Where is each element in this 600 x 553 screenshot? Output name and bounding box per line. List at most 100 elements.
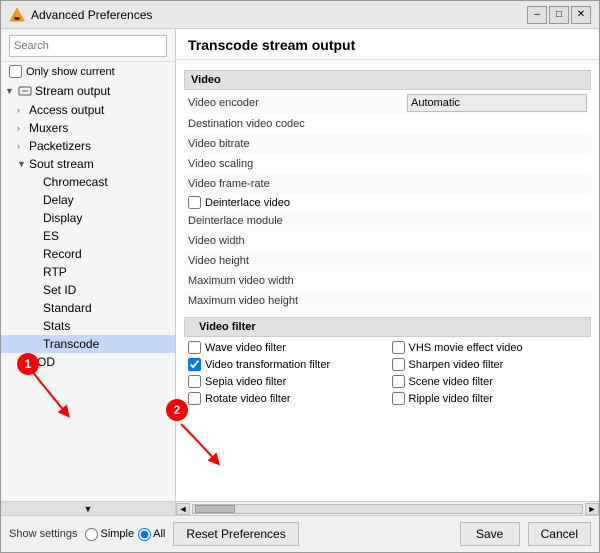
setting-row-deinterlace-module: Deinterlace module <box>184 211 591 231</box>
tree-area: ▼ Stream output › Access output › Muxers <box>1 81 175 501</box>
settings-area[interactable]: Video Video encoder Destination video co… <box>176 60 599 501</box>
sidebar: Only show current ▼ Stream output › Acce… <box>1 29 176 515</box>
setting-label: Video frame-rate <box>188 178 407 190</box>
scroll-left-button[interactable]: ◄ <box>176 503 190 515</box>
sidebar-item-packetizers[interactable]: › Packetizers <box>1 137 175 155</box>
vlc-icon <box>9 7 25 23</box>
setting-label: Video width <box>188 235 407 247</box>
sidebar-item-standard[interactable]: Standard <box>1 299 175 317</box>
close-button[interactable]: ✕ <box>571 6 591 24</box>
sidebar-item-label: Stats <box>43 319 171 333</box>
wave-video-checkbox[interactable] <box>188 341 201 354</box>
filter-label: Ripple video filter <box>409 393 493 405</box>
sidebar-item-label: Packetizers <box>29 139 171 153</box>
sidebar-item-es[interactable]: ES <box>1 227 175 245</box>
setting-row-max-video-width: Maximum video width <box>184 271 591 291</box>
sidebar-item-delay[interactable]: Delay <box>1 191 175 209</box>
sharpen-video-checkbox[interactable] <box>392 358 405 371</box>
sidebar-item-stats[interactable]: Stats <box>1 317 175 335</box>
reset-preferences-button[interactable]: Reset Preferences <box>173 522 298 546</box>
setting-row-video-width: Video width <box>184 231 591 251</box>
setting-label: Maximum video height <box>188 295 407 307</box>
vhs-movie-filter-row: VHS movie effect video <box>388 339 592 356</box>
sidebar-item-label: Transcode <box>43 337 171 351</box>
arrow-icon: › <box>17 141 29 151</box>
sidebar-item-label: Muxers <box>29 121 171 135</box>
setting-label: Video bitrate <box>188 138 407 150</box>
sidebar-item-label: RTP <box>43 265 171 279</box>
video-filter-grid: Wave video filter VHS movie effect video… <box>184 339 591 407</box>
arrow-icon: ▼ <box>17 159 29 169</box>
radio-all-input[interactable] <box>138 528 151 541</box>
video-section-header: Video <box>184 70 591 90</box>
sharpen-video-filter-row: Sharpen video filter <box>388 356 592 373</box>
video-transform-checkbox[interactable] <box>188 358 201 371</box>
sidebar-item-label: Access output <box>29 103 171 117</box>
sidebar-item-label: Chromecast <box>43 175 171 189</box>
horizontal-scrollbar[interactable]: ◄ ► <box>176 501 599 515</box>
main-content: Transcode stream output Video Video enco… <box>176 29 599 515</box>
video-encoder-input[interactable] <box>407 94 587 112</box>
filter-label: Sepia video filter <box>205 376 286 388</box>
filter-label: Rotate video filter <box>205 393 291 405</box>
title-bar-left: Advanced Preferences <box>9 7 152 23</box>
window-title: Advanced Preferences <box>31 8 152 22</box>
sidebar-item-label: Stream output <box>35 84 171 98</box>
filter-label: Wave video filter <box>205 342 286 354</box>
only-show-current-label: Only show current <box>26 66 115 78</box>
sepia-video-checkbox[interactable] <box>188 375 201 388</box>
sidebar-item-muxers[interactable]: › Muxers <box>1 119 175 137</box>
sidebar-item-display[interactable]: Display <box>1 209 175 227</box>
scrollbar-thumb[interactable] <box>195 505 235 513</box>
cancel-button[interactable]: Cancel <box>528 522 591 546</box>
sidebar-item-label: Standard <box>43 301 171 315</box>
ripple-video-filter-row: Ripple video filter <box>388 390 592 407</box>
video-filter-section-header: Video filter <box>184 317 591 337</box>
scroll-right-button[interactable]: ► <box>585 503 599 515</box>
scene-video-checkbox[interactable] <box>392 375 405 388</box>
sidebar-item-chromecast[interactable]: Chromecast <box>1 173 175 191</box>
search-area <box>1 29 175 62</box>
tree-scroll-down-button[interactable]: ▼ <box>1 501 175 515</box>
sidebar-item-vod[interactable]: › VOD <box>1 353 175 371</box>
stream-output-icon <box>17 83 33 99</box>
sidebar-item-stream-output[interactable]: ▼ Stream output <box>1 81 175 101</box>
arrow-icon: › <box>17 357 29 367</box>
setting-row-video-height: Video height <box>184 251 591 271</box>
maximize-button[interactable]: □ <box>549 6 569 24</box>
rotate-video-filter-row: Rotate video filter <box>184 390 388 407</box>
radio-simple: Simple <box>85 528 134 541</box>
sidebar-item-label: Sout stream <box>29 157 171 171</box>
setting-row-video-bitrate: Video bitrate <box>184 134 591 154</box>
setting-row-video-scaling: Video scaling <box>184 154 591 174</box>
sidebar-item-transcode[interactable]: Transcode <box>1 335 175 353</box>
radio-simple-input[interactable] <box>85 528 98 541</box>
sidebar-item-label: VOD <box>29 355 171 369</box>
vhs-movie-checkbox[interactable] <box>392 341 405 354</box>
video-transform-filter-row: Video transformation filter <box>184 356 388 373</box>
page-title: Transcode stream output <box>176 29 599 60</box>
deinterlace-checkbox[interactable] <box>188 196 201 209</box>
radio-all-label: All <box>153 528 165 540</box>
sepia-video-filter-row: Sepia video filter <box>184 373 388 390</box>
save-button[interactable]: Save <box>460 522 520 546</box>
filter-label: Video transformation filter <box>205 359 330 371</box>
sidebar-item-rtp[interactable]: RTP <box>1 263 175 281</box>
arrow-icon: › <box>17 123 29 133</box>
rotate-video-checkbox[interactable] <box>188 392 201 405</box>
sidebar-item-access-output[interactable]: › Access output <box>1 101 175 119</box>
setting-row-max-video-height: Maximum video height <box>184 291 591 311</box>
minimize-button[interactable]: – <box>527 6 547 24</box>
only-show-current-checkbox[interactable] <box>9 65 22 78</box>
sidebar-item-set-id[interactable]: Set ID <box>1 281 175 299</box>
advanced-preferences-window: Advanced Preferences – □ ✕ Only show cur… <box>0 0 600 553</box>
setting-label: Deinterlace module <box>188 215 407 227</box>
setting-row-dest-codec: Destination video codec <box>184 114 591 134</box>
sidebar-item-record[interactable]: Record <box>1 245 175 263</box>
search-input[interactable] <box>9 35 167 57</box>
ripple-video-checkbox[interactable] <box>392 392 405 405</box>
sidebar-item-label: Set ID <box>43 283 171 297</box>
bottom-bar: Show settings Simple All Reset Preferenc… <box>1 515 599 552</box>
setting-label: Video height <box>188 255 407 267</box>
sidebar-item-sout-stream[interactable]: ▼ Sout stream <box>1 155 175 173</box>
